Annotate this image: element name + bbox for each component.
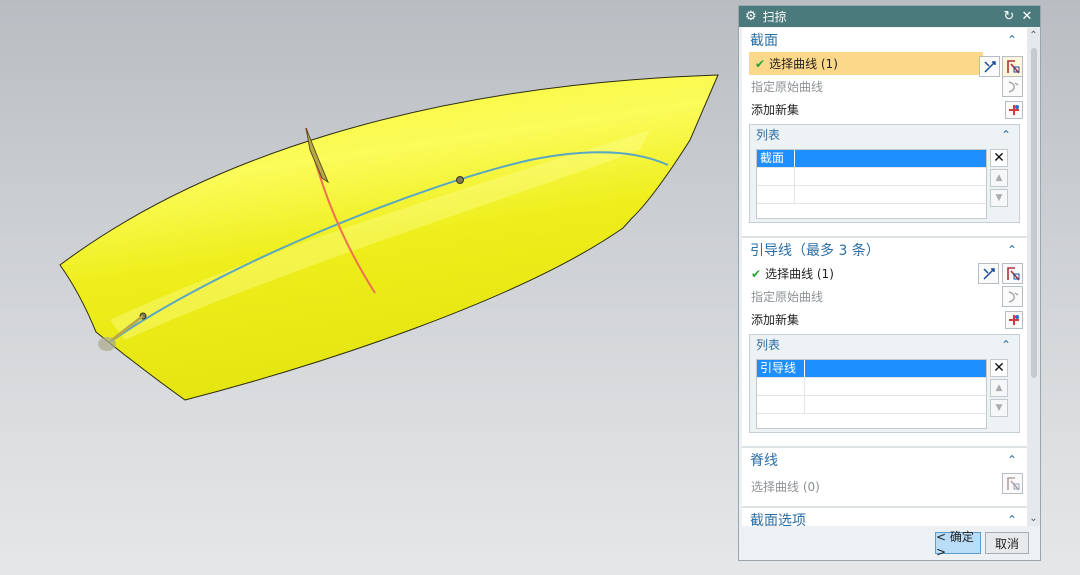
- section-select-curve-label: 选择曲线 (1): [769, 57, 838, 71]
- curve-rule-icon[interactable]: [1002, 473, 1023, 494]
- list-item[interactable]: 截面 1: [757, 150, 986, 182]
- close-icon[interactable]: ✕: [1020, 9, 1034, 24]
- section-specify-origin-row[interactable]: 指定原始曲线: [742, 75, 1027, 98]
- guide-list-panel: 列表 ⌃ 引导线 1 ✕ ▲ ▼: [749, 334, 1020, 433]
- guide-specify-origin-label: 指定原始曲线: [751, 290, 824, 304]
- spine-select-curve-label: 选择曲线 (0): [751, 479, 820, 494]
- ok-button[interactable]: < 确定 >: [935, 530, 981, 559]
- guide-group-title: 引导线（最多 3 条）: [750, 243, 880, 259]
- move-up-icon[interactable]: ▲: [990, 379, 1008, 397]
- scroll-down-icon[interactable]: ⌄: [1027, 513, 1040, 524]
- origin-curve-icon[interactable]: [1002, 286, 1023, 307]
- list-item[interactable]: 引导线 1: [757, 360, 986, 392]
- add-set-icon[interactable]: [1005, 101, 1023, 119]
- dialog-title: 扫掠: [762, 10, 787, 24]
- sweep-surface-view[interactable]: [0, 0, 738, 575]
- list-item-empty: [757, 168, 986, 186]
- guide-select-curve-row[interactable]: ✔ 选择曲线 (1): [742, 262, 1027, 285]
- dialog-footer: < 确定 > 取消: [739, 528, 1040, 561]
- section-add-new-set-row[interactable]: 添加新集: [742, 98, 1027, 121]
- guide-group-header[interactable]: 引导线（最多 3 条） ⌃: [742, 238, 1027, 262]
- check-icon: ✔: [751, 266, 762, 281]
- chevron-up-icon[interactable]: ⌃: [1005, 453, 1019, 467]
- chevron-up-icon[interactable]: ⌃: [999, 128, 1013, 142]
- check-icon: ✔: [755, 56, 766, 71]
- section-group-header[interactable]: 截面 ⌃: [742, 28, 1027, 52]
- section-options-header[interactable]: 截面选项 ⌃: [742, 508, 1027, 526]
- spine-group: 脊线 ⌃ 选择曲线 (0): [742, 448, 1027, 508]
- chevron-up-icon[interactable]: ⌃: [1005, 243, 1019, 257]
- section-add-new-set-label: 添加新集: [751, 103, 800, 117]
- dialog-scrollbar[interactable]: ⌃ ⌄: [1027, 28, 1040, 526]
- dialog-scroll-area[interactable]: 截面 ⌃ ✔ 选择曲线 (1) 指定原始曲线 添加新集 列表 ⌃ 截面 1 ✕ …: [742, 28, 1027, 526]
- spine-group-header[interactable]: 脊线 ⌃: [742, 448, 1027, 472]
- scrollbar-thumb[interactable]: [1031, 48, 1037, 378]
- section-list-header[interactable]: 列表 ⌃: [750, 125, 1019, 144]
- chevron-up-icon[interactable]: ⌃: [1005, 33, 1019, 47]
- guide-point[interactable]: [456, 176, 464, 184]
- gear-icon[interactable]: ⚙: [745, 9, 757, 24]
- list-item-empty: [757, 378, 986, 396]
- section-select-curve-row[interactable]: ✔ 选择曲线 (1): [749, 52, 983, 75]
- reset-icon[interactable]: ↻: [1002, 9, 1016, 24]
- curve-rule-icon[interactable]: [1002, 56, 1023, 77]
- guide-select-curve-label: 选择曲线 (1): [765, 267, 834, 281]
- chevron-up-icon[interactable]: ⌃: [1005, 513, 1019, 526]
- guide-add-new-set-row[interactable]: 添加新集: [742, 308, 1027, 331]
- sweep-dialog: ⚙ 扫掠 ↻ ✕ 截面 ⌃ ✔ 选择曲线 (1) 指定原始曲线 添加新集 列表 …: [738, 5, 1041, 561]
- guide-add-new-set-label: 添加新集: [751, 313, 800, 327]
- move-up-icon[interactable]: ▲: [990, 169, 1008, 187]
- section-group: 截面 ⌃ ✔ 选择曲线 (1) 指定原始曲线 添加新集 列表 ⌃ 截面 1 ✕ …: [742, 28, 1027, 238]
- section-specify-origin-label: 指定原始曲线: [751, 80, 824, 94]
- origin-curve-icon[interactable]: [1002, 76, 1023, 97]
- section-list-panel: 列表 ⌃ 截面 1 ✕ ▲ ▼: [749, 124, 1020, 223]
- section-options-group: 截面选项 ⌃: [742, 508, 1027, 526]
- list-item-empty: [757, 396, 986, 414]
- curve-rule-icon[interactable]: [1002, 263, 1023, 284]
- scroll-up-icon[interactable]: ⌃: [1027, 30, 1040, 41]
- guide-list-header[interactable]: 列表 ⌃: [750, 335, 1019, 354]
- graphics-viewport[interactable]: [0, 0, 738, 575]
- guide-group: 引导线（最多 3 条） ⌃ ✔ 选择曲线 (1) 指定原始曲线 添加新集 列表 …: [742, 238, 1027, 448]
- guide-specify-origin-row[interactable]: 指定原始曲线: [742, 285, 1027, 308]
- move-down-icon[interactable]: ▼: [990, 189, 1008, 207]
- section-list-title: 列表: [756, 128, 781, 142]
- list-item-empty: [757, 186, 986, 204]
- add-set-icon[interactable]: [1005, 311, 1023, 329]
- spine-select-curve-row[interactable]: 选择曲线 (0): [742, 472, 1027, 500]
- remove-icon[interactable]: ✕: [990, 149, 1008, 167]
- chevron-up-icon[interactable]: ⌃: [999, 338, 1013, 352]
- cancel-button[interactable]: 取消: [985, 532, 1029, 554]
- dialog-titlebar[interactable]: ⚙ 扫掠 ↻ ✕: [739, 6, 1040, 27]
- remove-icon[interactable]: ✕: [990, 359, 1008, 377]
- section-list[interactable]: 截面 1: [756, 149, 987, 219]
- reverse-direction-icon[interactable]: [978, 263, 999, 284]
- start-marker: [98, 337, 116, 351]
- move-down-icon[interactable]: ▼: [990, 399, 1008, 417]
- guide-list-title: 列表: [756, 338, 781, 352]
- guide-list[interactable]: 引导线 1: [756, 359, 987, 429]
- reverse-direction-icon[interactable]: [979, 56, 1000, 77]
- spine-group-title: 脊线: [750, 453, 778, 469]
- section-group-title: 截面: [750, 33, 778, 49]
- section-options-title: 截面选项: [750, 513, 806, 526]
